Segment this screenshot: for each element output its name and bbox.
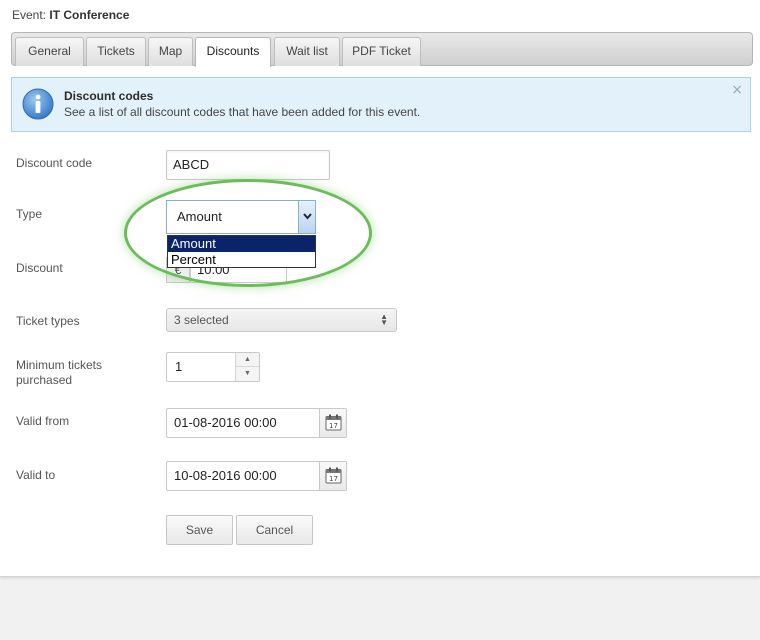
min-tickets-value[interactable]: 1 [175, 353, 182, 381]
valid-from-label: Valid from [16, 414, 70, 428]
close-icon[interactable]: × [731, 82, 743, 98]
valid-to-value[interactable]: 10-08-2016 00:00 [174, 462, 277, 490]
save-button[interactable]: Save [166, 515, 233, 545]
min-tickets-stepper[interactable]: 1 ▲ ▼ [166, 352, 260, 382]
tab-discounts[interactable]: Discounts [195, 37, 271, 67]
main-panel: Event: IT Conference General Tickets Map… [0, 0, 760, 577]
min-tickets-label-line2: purchased [16, 373, 73, 387]
ticket-types-select[interactable]: 3 selected ▲ ▼ [166, 308, 397, 332]
info-message: Discount codes See a list of all discoun… [11, 77, 751, 132]
event-header: Event: IT Conference [12, 8, 129, 22]
cancel-button[interactable]: Cancel [236, 515, 313, 545]
ticket-types-label: Ticket types [16, 314, 80, 328]
sort-caret-icon: ▲ ▼ [380, 312, 388, 327]
min-tickets-label: Minimum tickets purchased [16, 358, 102, 388]
calendar-day-text: 17 [329, 422, 338, 430]
increment-icon[interactable]: ▲ [236, 353, 259, 367]
calendar-icon[interactable]: 17 [319, 462, 346, 490]
info-icon [22, 88, 54, 120]
valid-to-label: Valid to [16, 468, 56, 482]
calendar-day-text: 17 [329, 475, 338, 483]
stepper-buttons: ▲ ▼ [235, 353, 259, 381]
type-label: Type [16, 207, 43, 221]
decrement-icon[interactable]: ▼ [236, 367, 259, 381]
ticket-types-value: 3 selected [174, 313, 229, 327]
discount-code-label: Discount code [16, 156, 93, 170]
tab-wait-list[interactable]: Wait list [274, 37, 340, 66]
info-title: Discount codes [64, 89, 154, 103]
valid-to-input[interactable]: 10-08-2016 00:00 17 [166, 461, 347, 491]
tab-tickets[interactable]: Tickets [86, 37, 146, 66]
valid-from-value[interactable]: 01-08-2016 00:00 [174, 409, 277, 437]
valid-from-input[interactable]: 01-08-2016 00:00 17 [166, 408, 347, 438]
tab-pdf-ticket[interactable]: PDF Ticket [342, 37, 421, 66]
tab-map[interactable]: Map [148, 37, 193, 66]
discount-label: Discount [16, 261, 63, 275]
highlight-ring [124, 179, 372, 287]
event-prefix: Event: [12, 8, 47, 22]
tab-bar: General Tickets Map Discounts Wait list … [11, 32, 753, 67]
min-tickets-label-line1: Minimum tickets [16, 358, 103, 372]
tab-general[interactable]: General [15, 37, 84, 66]
info-text: See a list of all discount codes that ha… [64, 105, 421, 119]
calendar-icon[interactable]: 17 [319, 409, 346, 437]
discount-code-input[interactable]: ABCD [166, 150, 330, 180]
event-name: IT Conference [49, 8, 130, 22]
